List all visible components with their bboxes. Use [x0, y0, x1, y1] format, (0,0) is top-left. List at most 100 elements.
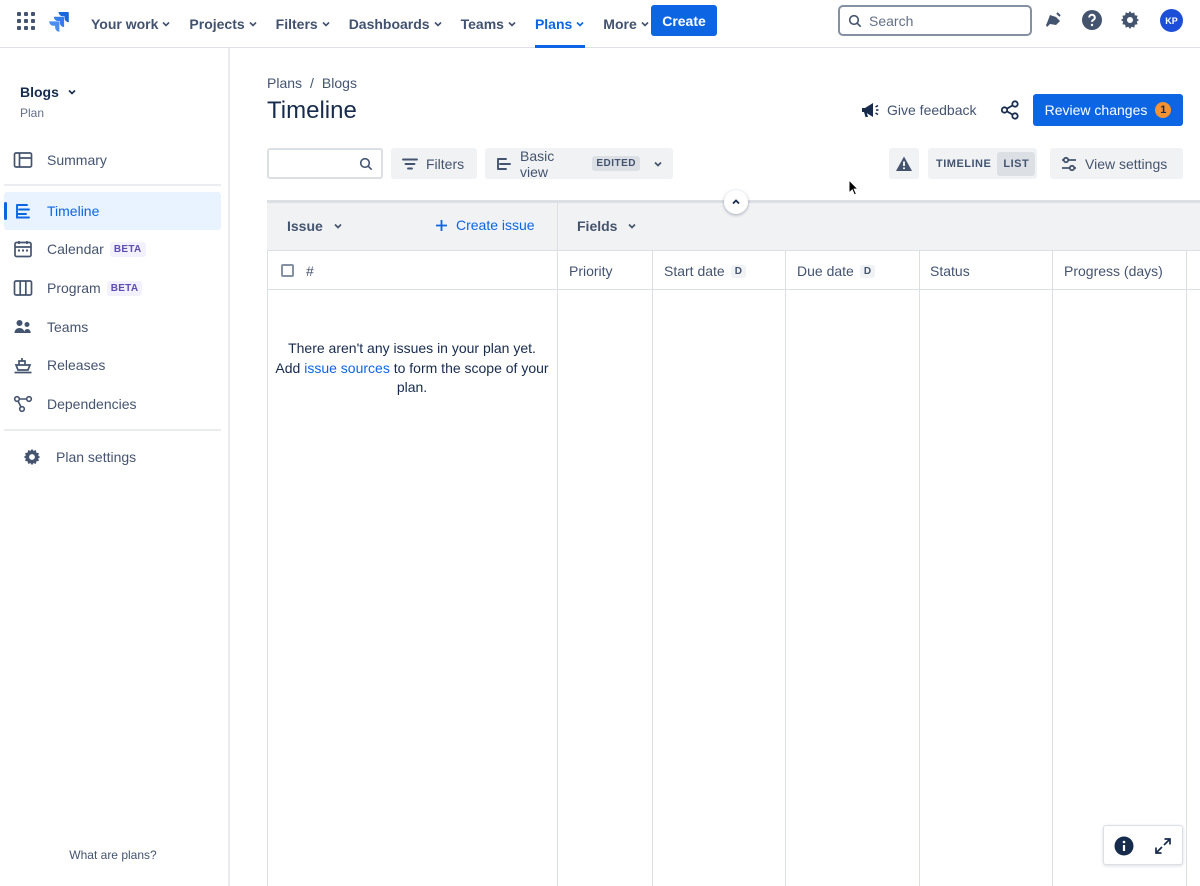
warning-icon — [895, 155, 913, 173]
sidebar-item-plan-settings[interactable]: Plan settings — [4, 438, 221, 476]
nav-more[interactable]: More — [594, 0, 658, 48]
settings-gear-icon[interactable] — [1119, 9, 1141, 31]
sidebar-item-timeline[interactable]: Timeline — [4, 192, 221, 230]
column-header-label: Status — [930, 263, 970, 279]
filters-button[interactable]: Filters — [391, 148, 477, 179]
view-settings-button[interactable]: View settings — [1050, 148, 1183, 179]
sidebar: Blogs Plan Summary Timeline Calendar BET… — [0, 48, 230, 886]
nav-label: More — [603, 16, 637, 32]
page-title: Timeline — [267, 97, 357, 124]
collapse-timeline-button[interactable] — [724, 190, 748, 214]
breadcrumb: Plans / Blogs — [267, 75, 357, 91]
beta-badge: BETA — [109, 241, 146, 257]
chevron-down-icon — [161, 19, 171, 29]
issue-column-menu[interactable]: Issue — [287, 218, 343, 234]
releases-icon — [13, 355, 33, 375]
app-switcher-icon[interactable] — [16, 11, 36, 31]
chevron-down-icon — [248, 19, 258, 29]
edited-badge: EDITED — [592, 156, 640, 171]
nav-filters[interactable]: Filters — [267, 0, 340, 48]
notifications-icon[interactable] — [1042, 9, 1064, 31]
chevron-down-icon — [507, 19, 517, 29]
sidebar-item-label: Summary — [47, 152, 107, 168]
column-header-due-date[interactable]: Due date D — [797, 263, 876, 279]
column-header-label: Due date — [797, 263, 854, 279]
select-all-checkbox[interactable] — [281, 264, 294, 277]
issue-search-input[interactable] — [267, 148, 383, 179]
breadcrumb-plans[interactable]: Plans — [267, 75, 302, 91]
review-changes-button[interactable]: Review changes 1 — [1033, 94, 1183, 126]
sidebar-item-releases[interactable]: Releases — [4, 346, 221, 384]
issue-header-label: Issue — [287, 218, 323, 234]
plan-table — [267, 201, 1200, 886]
fields-menu[interactable]: Fields — [577, 218, 637, 234]
sidebar-item-program[interactable]: Program BETA — [4, 269, 221, 307]
fields-header-label: Fields — [577, 218, 618, 234]
issue-sources-link[interactable]: issue sources — [304, 360, 390, 376]
column-header-priority[interactable]: Priority — [569, 263, 613, 279]
breadcrumb-separator: / — [310, 75, 314, 91]
what-are-plans-link[interactable]: What are plans? — [0, 848, 226, 862]
help-icon[interactable] — [1081, 9, 1103, 31]
nav-projects[interactable]: Projects — [180, 0, 266, 48]
column-header-start-date[interactable]: Start date D — [664, 263, 746, 279]
plan-name: Blogs — [20, 84, 59, 100]
column-header-status[interactable]: Status — [930, 263, 970, 279]
corner-controls — [1103, 825, 1183, 865]
chevron-down-icon — [640, 19, 650, 29]
nav-your-work[interactable]: Your work — [82, 0, 180, 48]
review-changes-label: Review changes — [1044, 102, 1148, 118]
nav-label: Teams — [460, 16, 504, 32]
jira-logo-icon[interactable] — [48, 10, 70, 32]
fullscreen-icon[interactable] — [1154, 837, 1172, 855]
sidebar-item-summary[interactable]: Summary — [4, 141, 221, 179]
nav-label: Plans — [534, 16, 573, 32]
sidebar-item-label: Program — [47, 280, 101, 296]
search-input[interactable]: Search — [838, 5, 1032, 36]
info-icon[interactable] — [1114, 836, 1134, 856]
calendar-icon — [13, 239, 33, 259]
view-selector[interactable]: Basic view EDITED — [485, 148, 673, 180]
avatar[interactable]: KP — [1160, 9, 1183, 32]
sidebar-item-dependencies[interactable]: Dependencies — [4, 385, 221, 423]
dependencies-icon — [13, 394, 33, 414]
share-icon[interactable] — [999, 99, 1021, 121]
mouse-cursor-icon — [848, 179, 860, 196]
plan-switcher[interactable]: Blogs — [20, 84, 77, 100]
column-divider — [1186, 251, 1187, 886]
column-header-label: Priority — [569, 263, 613, 279]
column-header-progress[interactable]: Progress (days) — [1064, 263, 1163, 279]
empty-state-message: There aren't any issues in your plan yet… — [267, 339, 557, 398]
nav-label: Your work — [91, 16, 159, 32]
nav-label: Projects — [189, 16, 245, 32]
sidebar-item-calendar[interactable]: Calendar BETA — [4, 230, 221, 268]
timeline-toggle-option[interactable]: TIMELINE — [936, 158, 991, 170]
empty-state-text: to form the scope of your plan. — [389, 359, 549, 396]
changes-count-badge: 1 — [1155, 102, 1172, 118]
create-issue-button[interactable]: Create issue — [435, 217, 535, 233]
beta-badge: BETA — [106, 280, 143, 296]
breadcrumb-blogs[interactable]: Blogs — [322, 75, 357, 91]
warnings-button[interactable] — [889, 148, 919, 179]
create-issue-label: Create issue — [456, 217, 535, 233]
date-field-badge: D — [859, 264, 876, 278]
chevron-down-icon — [653, 159, 663, 169]
teams-icon — [13, 317, 33, 337]
nav-dashboards[interactable]: Dashboards — [340, 0, 452, 48]
top-navigation: Your work Projects Filters Dashboards Te… — [0, 0, 1200, 48]
give-feedback-button[interactable]: Give feedback — [860, 99, 977, 121]
sidebar-divider — [4, 429, 221, 431]
nav-teams[interactable]: Teams — [452, 0, 526, 48]
nav-plans[interactable]: Plans — [526, 0, 594, 48]
sidebar-item-teams[interactable]: Teams — [4, 308, 221, 346]
column-divider — [652, 251, 653, 886]
plus-icon — [435, 219, 448, 232]
column-divider — [557, 203, 558, 886]
empty-state-line: There aren't any issues in your plan yet… — [288, 340, 536, 356]
nav-menu: Your work Projects Filters Dashboards Te… — [82, 0, 659, 48]
filters-label: Filters — [426, 155, 465, 172]
create-button[interactable]: Create — [651, 5, 717, 36]
column-divider — [1052, 251, 1053, 886]
chevron-down-icon — [627, 221, 637, 231]
list-toggle-option[interactable]: LIST — [997, 151, 1036, 176]
